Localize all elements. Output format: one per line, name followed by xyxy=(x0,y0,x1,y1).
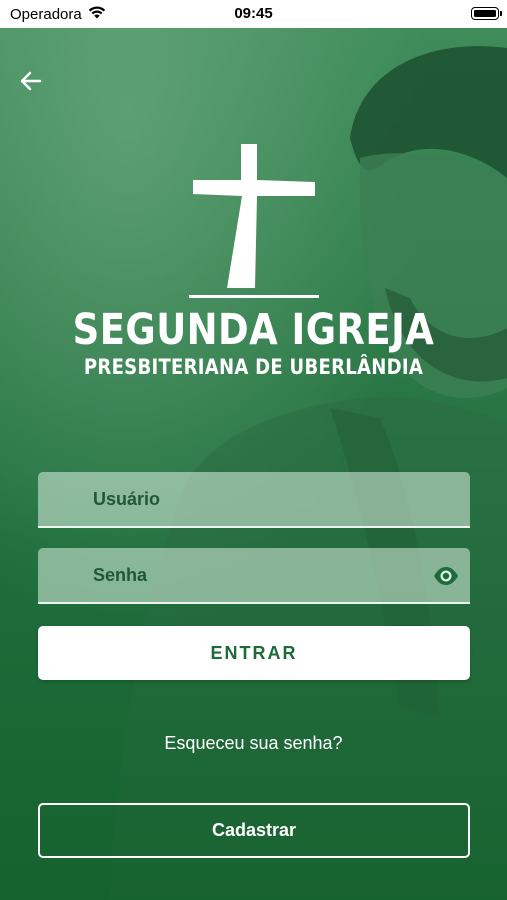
church-logo: SEGUNDA IGREJA PRESBITERIANA DE UBERLÂND… xyxy=(0,140,507,380)
arrow-left-icon xyxy=(20,71,42,91)
username-label: Usuário xyxy=(93,489,161,509)
back-button[interactable] xyxy=(16,66,46,96)
login-button[interactable]: ENTRAR xyxy=(38,626,470,680)
password-field[interactable]: Senha xyxy=(38,548,470,604)
status-time: 09:45 xyxy=(234,5,273,22)
battery-icon xyxy=(471,7,502,20)
status-bar: Operadora 09:45 xyxy=(0,0,507,28)
logo-subtitle: PRESBITERIANA DE UBERLÂNDIA xyxy=(83,355,424,379)
logo-title: SEGUNDA IGREJA xyxy=(72,305,435,355)
forgot-password-link[interactable]: Esqueceu sua senha? xyxy=(0,733,507,754)
eye-icon[interactable] xyxy=(432,562,460,590)
register-button[interactable]: Cadastrar xyxy=(38,803,470,858)
username-field[interactable]: Usuário xyxy=(38,472,470,528)
cross-icon xyxy=(188,144,319,298)
login-screen: SEGUNDA IGREJA PRESBITERIANA DE UBERLÂND… xyxy=(0,28,507,900)
password-label: Senha xyxy=(93,565,148,585)
